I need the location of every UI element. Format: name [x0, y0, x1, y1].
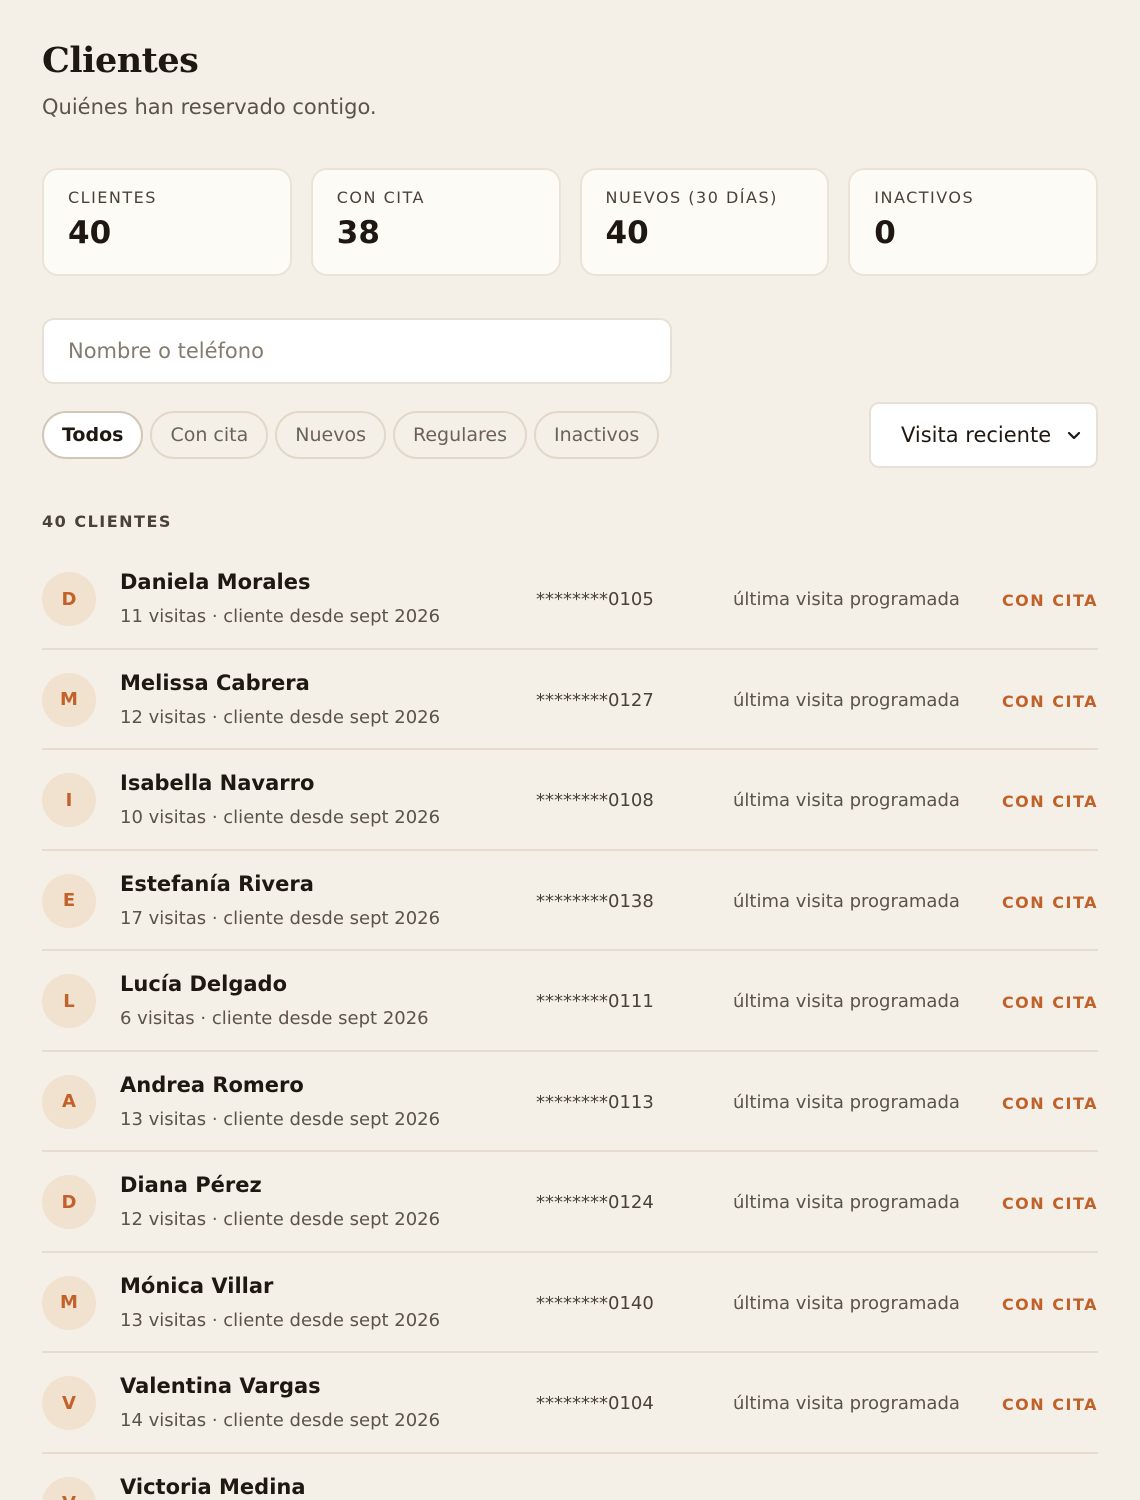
avatar: M: [42, 672, 96, 727]
stat-card-inactivos: INACTIVOS 0: [848, 168, 1098, 276]
filter-chip-todos[interactable]: Todos: [42, 411, 144, 459]
client-phone: ********0111: [536, 991, 654, 1012]
client-name: Diana Pérez: [120, 1173, 262, 1197]
client-row[interactable]: M Melissa Cabrera 12 visitas · cliente des…: [42, 650, 1098, 750]
client-meta: 17 visitas · cliente desde sept 2026: [120, 907, 441, 929]
client-row[interactable]: V Victoria Medina: [42, 1454, 1098, 1500]
client-name: Mónica Villar: [120, 1273, 274, 1298]
client-meta: 13 visitas · cliente desde sept 2026: [120, 1108, 441, 1130]
client-name: Isabella Navarro: [120, 771, 315, 795]
client-last-visit: última visita programada: [733, 1091, 960, 1113]
client-meta: 12 visitas · cliente desde sept 2026: [120, 706, 441, 728]
stats-row: CLIENTES 40 CON CITA 38 NUEVOS (30 DÍAS)…: [42, 168, 1098, 276]
client-meta: 11 visitas · cliente desde sept 2026: [120, 606, 441, 627]
avatar: M: [42, 1275, 96, 1330]
client-last-visit: última visita programada: [733, 1192, 960, 1213]
client-name: Melissa Cabrera: [120, 670, 310, 695]
client-row[interactable]: D Diana Pérez 12 visitas · cliente desde s…: [42, 1152, 1098, 1253]
avatar: D: [42, 1175, 96, 1229]
stat-label: NUEVOS (30 DÍAS): [605, 188, 778, 207]
client-row[interactable]: L Lucía Delgado 6 visitas · cliente desde …: [42, 951, 1098, 1052]
client-name: Daniela Morales: [120, 570, 311, 594]
client-row[interactable]: M Mónica Villar 13 visitas · cliente desde…: [42, 1253, 1098, 1353]
client-row[interactable]: V Valentina Vargas 14 visitas · cliente de…: [42, 1353, 1098, 1454]
stat-card-con-cita: CON CITA 38: [310, 168, 561, 276]
client-name: Estefanía Rivera: [120, 871, 314, 896]
client-meta: 13 visitas · cliente desde sept 2026: [120, 1309, 441, 1331]
status-badge: CON CITA: [1001, 993, 1098, 1012]
client-phone: ********0127: [536, 689, 654, 711]
client-row[interactable]: A Andrea Romero 13 visitas · cliente desde…: [42, 1052, 1098, 1152]
stat-label: INACTIVOS: [874, 188, 975, 207]
stat-value: 40: [605, 215, 649, 251]
search-box: [42, 318, 672, 384]
avatar: V: [42, 1376, 96, 1430]
page-subtitle: Quiénes han reservado contigo.: [42, 95, 377, 119]
stat-value: 38: [336, 215, 380, 251]
client-name: Andrea Romero: [120, 1072, 304, 1097]
client-list: D Daniela Morales 11 visitas · cliente des…: [42, 549, 1098, 1500]
filter-chip-regulares[interactable]: Regulares: [392, 411, 528, 459]
client-phone: ********0138: [536, 890, 654, 912]
client-last-visit: última visita programada: [733, 1292, 960, 1314]
client-count: 40 CLIENTES: [42, 512, 172, 531]
page-title: Clientes: [42, 40, 199, 81]
filter-chip-nuevos[interactable]: Nuevos: [275, 411, 386, 459]
avatar: V: [42, 1476, 96, 1500]
client-last-visit: última visita programada: [733, 1393, 960, 1414]
client-row[interactable]: I Isabella Navarro 10 visitas · cliente de…: [42, 750, 1098, 851]
client-last-visit: última visita programada: [733, 589, 960, 610]
status-badge: CON CITA: [1001, 892, 1098, 912]
filter-chip-con-cita[interactable]: Con cita: [150, 411, 269, 459]
sort-select-label: Visita reciente: [901, 423, 1052, 447]
client-name: Lucía Delgado: [120, 972, 287, 996]
stat-value: 0: [874, 215, 896, 251]
client-last-visit: última visita programada: [733, 790, 960, 811]
avatar: A: [42, 1074, 96, 1129]
status-badge: CON CITA: [1001, 1093, 1098, 1113]
client-name: Victoria Medina: [120, 1474, 306, 1499]
stat-value: 40: [68, 215, 112, 251]
client-meta: 12 visitas · cliente desde sept 2026: [120, 1209, 441, 1230]
clients-page: Clientes Quiénes han reservado contigo. …: [0, 0, 1140, 1500]
stat-label: CLIENTES: [68, 188, 157, 207]
chevron-down-icon: [1067, 431, 1081, 440]
client-phone: ********0105: [536, 589, 654, 610]
client-row[interactable]: D Daniela Morales 11 visitas · cliente des…: [42, 549, 1098, 650]
avatar: L: [42, 974, 96, 1028]
status-badge: CON CITA: [1001, 1194, 1098, 1213]
client-meta: 14 visitas · cliente desde sept 2026: [120, 1410, 441, 1431]
avatar: I: [42, 773, 96, 827]
status-badge: CON CITA: [1001, 691, 1098, 711]
client-phone: ********0124: [536, 1192, 654, 1213]
client-last-visit: última visita programada: [733, 689, 960, 711]
status-badge: CON CITA: [1001, 792, 1098, 811]
status-badge: CON CITA: [1001, 591, 1098, 610]
client-phone: ********0104: [536, 1393, 654, 1414]
client-name: Valentina Vargas: [120, 1374, 321, 1398]
stat-card-clientes: CLIENTES 40: [42, 168, 292, 276]
client-phone: ********0113: [536, 1091, 654, 1113]
search-input[interactable]: [68, 339, 646, 363]
client-row[interactable]: E Estefanía Rivera 17 visitas · cliente de…: [42, 851, 1098, 951]
client-last-visit: última visita programada: [733, 890, 960, 912]
sort-select[interactable]: Visita reciente: [869, 402, 1098, 468]
client-phone: ********0140: [536, 1292, 654, 1314]
stat-card-nuevos: NUEVOS (30 DÍAS) 40: [579, 168, 830, 276]
avatar: D: [42, 572, 96, 626]
avatar: E: [42, 873, 96, 928]
status-badge: CON CITA: [1001, 1294, 1098, 1314]
filter-chip-inactivos[interactable]: Inactivos: [534, 411, 660, 459]
status-badge: CON CITA: [1001, 1395, 1098, 1414]
client-meta: 6 visitas · cliente desde sept 2026: [120, 1008, 429, 1029]
filter-chips: Todos Con cita Nuevos Regulares Inactivo…: [42, 411, 660, 459]
client-phone: ********0108: [536, 790, 654, 811]
client-meta: 10 visitas · cliente desde sept 2026: [120, 807, 441, 828]
stat-label: CON CITA: [336, 188, 425, 207]
client-last-visit: última visita programada: [733, 991, 960, 1012]
